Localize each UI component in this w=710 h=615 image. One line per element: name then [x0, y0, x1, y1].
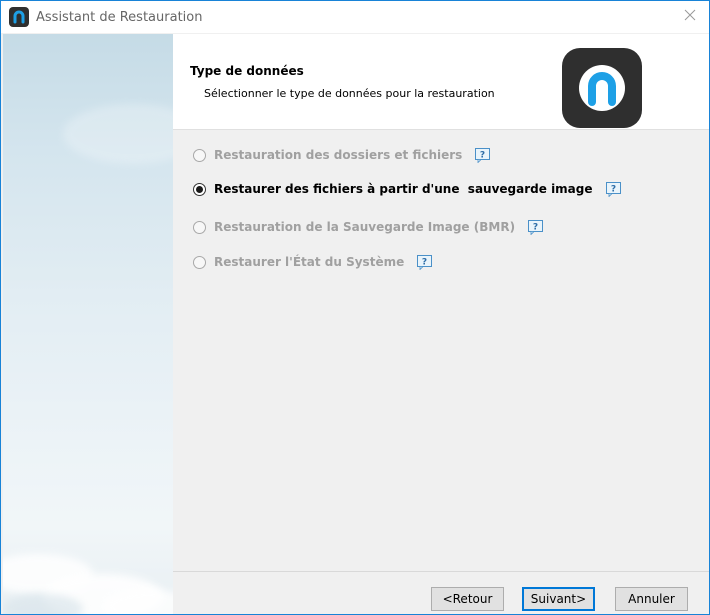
option-bmr[interactable]: Restauration de la Sauvegarde Image (BMR… [193, 219, 544, 235]
radio-folders-files[interactable] [193, 148, 206, 162]
page-subtitle: Sélectionner le type de données pour la … [204, 87, 495, 100]
svg-text:?: ? [610, 185, 615, 195]
option-system-state[interactable]: Restaurer l'État du Système ? [193, 254, 433, 270]
close-button[interactable] [675, 1, 705, 33]
data-type-options: Restauration des dossiers et fichiers ? … [173, 130, 709, 570]
svg-text:?: ? [422, 258, 427, 268]
app-icon [9, 7, 29, 27]
window-title: Assistant de Restauration [36, 9, 203, 25]
radio-files-from-image-backup[interactable] [193, 182, 206, 196]
brand-logo-icon [562, 48, 642, 128]
close-icon [684, 8, 696, 26]
help-icon[interactable]: ? [527, 219, 544, 235]
next-button[interactable]: Suivant> [522, 587, 595, 611]
help-icon[interactable]: ? [605, 181, 622, 197]
option-label: Restauration de la Sauvegarde Image (BMR… [214, 220, 516, 234]
wizard-header: Type de données Sélectionner le type de … [173, 34, 709, 129]
svg-text:?: ? [533, 223, 538, 233]
svg-text:?: ? [480, 151, 485, 161]
page-title: Type de données [190, 64, 304, 78]
option-label: Restaurer l'État du Système [214, 255, 405, 269]
restore-wizard-window: Assistant de Restauration Type de donnée… [0, 0, 710, 615]
option-label: Restauration des dossiers et fichiers [214, 148, 463, 162]
button-bar-divider [173, 571, 709, 572]
cancel-button[interactable]: Annuler [615, 587, 688, 611]
back-button[interactable]: <Retour [431, 587, 504, 611]
option-files-from-image-backup[interactable]: Restaurer des fichiers à partir d'une sa… [193, 181, 622, 197]
side-banner-image [3, 34, 173, 614]
help-icon[interactable]: ? [474, 147, 491, 163]
help-icon[interactable]: ? [416, 254, 433, 270]
radio-system-state[interactable] [193, 255, 206, 269]
radio-bmr[interactable] [193, 220, 206, 234]
option-label: Restaurer des fichiers à partir d'une sa… [214, 182, 593, 196]
title-bar[interactable]: Assistant de Restauration [1, 1, 709, 33]
option-folders-files[interactable]: Restauration des dossiers et fichiers ? [193, 147, 491, 163]
